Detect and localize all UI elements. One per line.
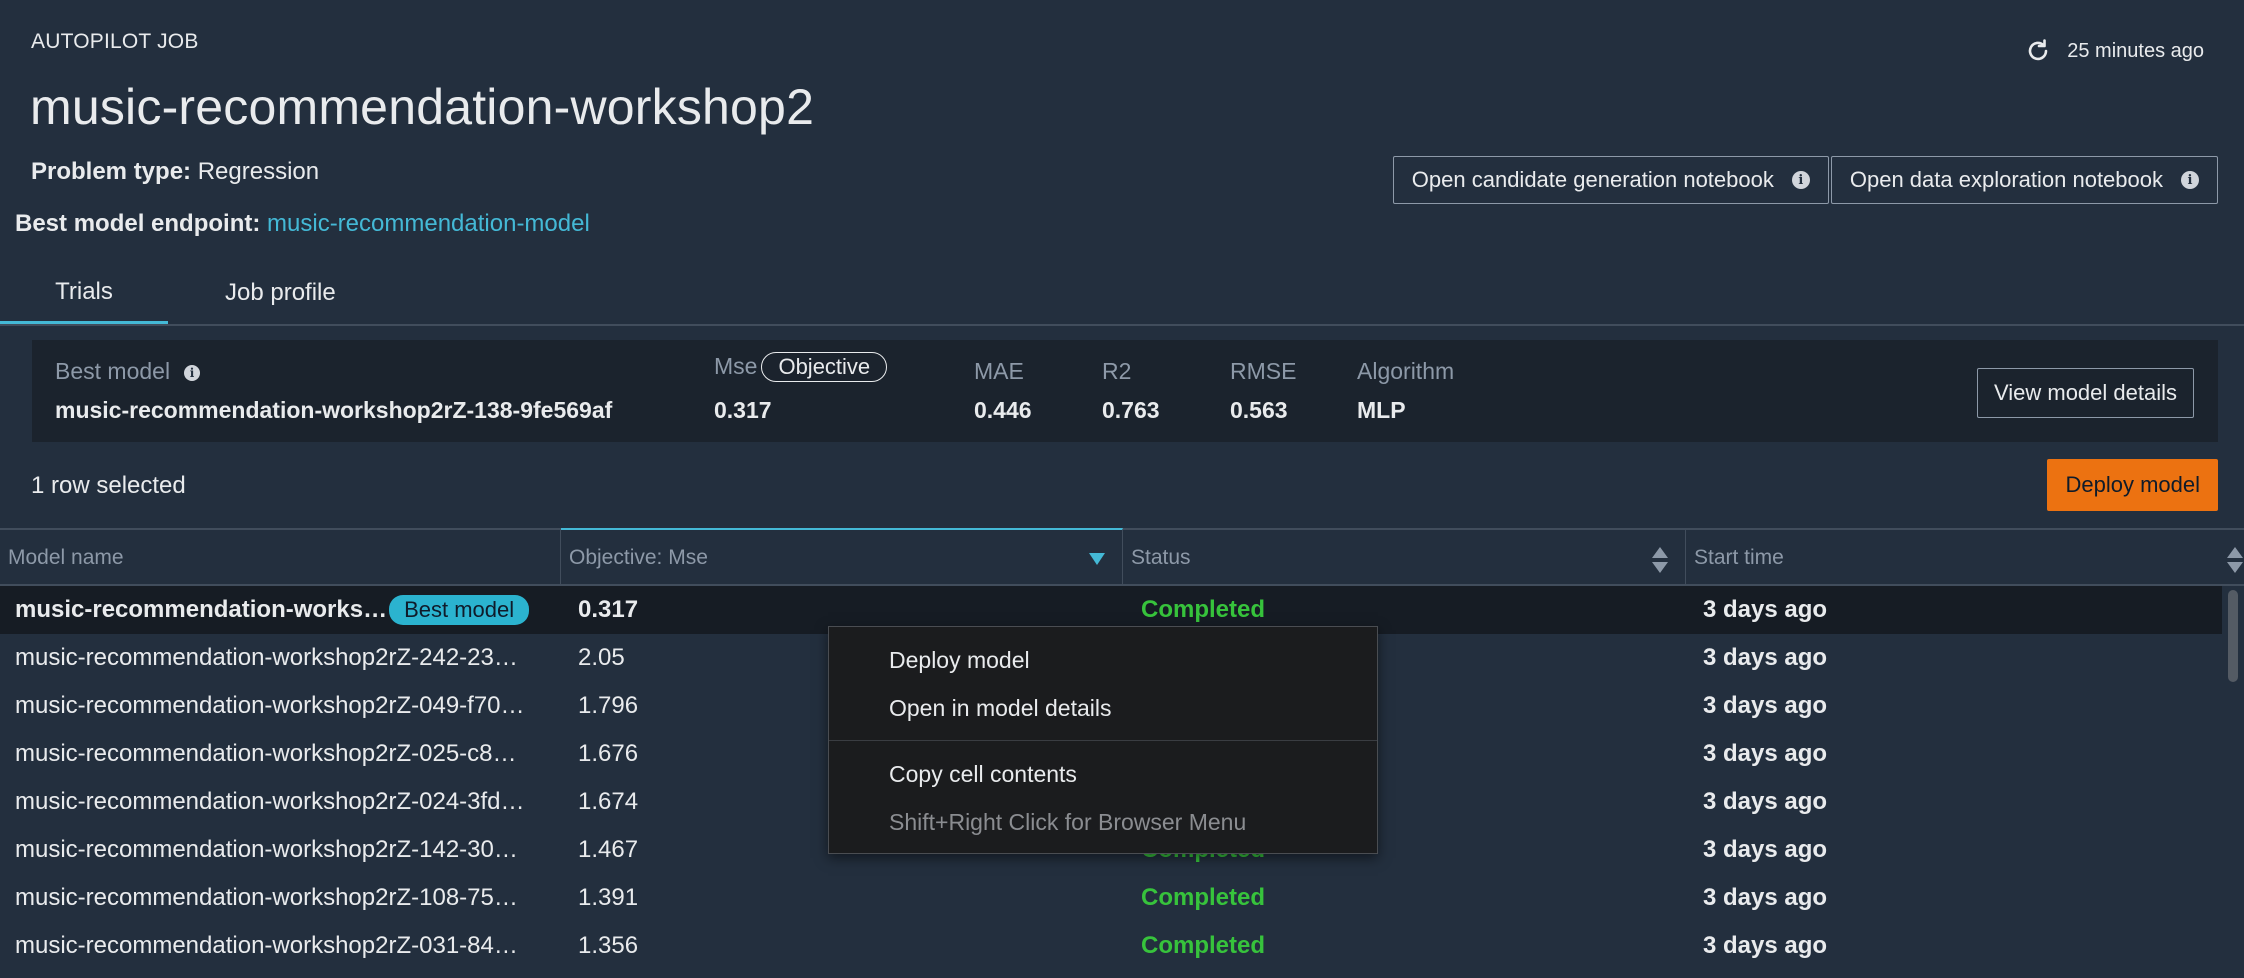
metric-r2-value: 0.763 bbox=[1102, 397, 1160, 423]
menu-divider bbox=[829, 740, 1377, 741]
metric-mse-label: Mse Objective bbox=[714, 352, 888, 382]
view-model-details-button[interactable]: View model details bbox=[1976, 368, 2194, 418]
problem-type: Problem type: Regression bbox=[31, 158, 319, 186]
menu-item-open-model-details[interactable]: Open in model details bbox=[889, 695, 1111, 722]
table-row[interactable]: music-recommendation-workshop2rZ-108-75…… bbox=[0, 874, 2222, 922]
objective-cell[interactable]: 1.356 bbox=[578, 922, 638, 970]
menu-item-browser-menu-hint: Shift+Right Click for Browser Menu bbox=[889, 809, 1247, 835]
metric-mse-value: 0.317 bbox=[714, 397, 772, 423]
model-name-cell[interactable]: music-recommendation-workshop2rZ-025-c8… bbox=[15, 730, 555, 778]
objective-badge: Objective bbox=[761, 352, 888, 382]
model-name-cell[interactable]: music-recommendation-workshop2rZ-108-75… bbox=[15, 874, 555, 922]
mse-label-text: Mse bbox=[714, 353, 758, 379]
rows-selected-count: 1 row selected bbox=[31, 472, 186, 499]
column-header-start-time[interactable]: Start time bbox=[1686, 530, 2244, 586]
metric-mae-value: 0.446 bbox=[974, 397, 1032, 423]
sort-icon[interactable] bbox=[1651, 546, 1669, 580]
endpoint-label: Best model endpoint: bbox=[15, 210, 261, 237]
objective-cell[interactable]: 2.05 bbox=[578, 634, 625, 682]
menu-item-copy-cell[interactable]: Copy cell contents bbox=[889, 761, 1077, 788]
start-time-cell[interactable]: 3 days ago bbox=[1703, 922, 1827, 970]
sort-icon[interactable] bbox=[2226, 546, 2244, 580]
endpoint-link[interactable]: music-recommendation-model bbox=[267, 210, 590, 237]
column-label: Objective: Mse bbox=[569, 546, 708, 569]
refresh-icon[interactable] bbox=[2023, 36, 2053, 66]
best-model-endpoint: Best model endpoint: music-recommendatio… bbox=[15, 210, 590, 238]
model-name-cell[interactable]: music-recommendation-works… Best model bbox=[15, 586, 555, 634]
status-cell[interactable]: Completed bbox=[1141, 922, 1265, 970]
model-name-cell[interactable]: music-recommendation-workshop2rZ-024-3fd… bbox=[15, 778, 555, 826]
model-name-cell[interactable]: music-recommendation-workshop2rZ-031-84… bbox=[15, 922, 555, 970]
column-header-status[interactable]: Status bbox=[1123, 530, 1686, 586]
exploration-notebook-label: Open data exploration notebook bbox=[1849, 167, 2163, 192]
objective-cell[interactable]: 0.317 bbox=[578, 586, 638, 634]
menu-item-deploy-model[interactable]: Deploy model bbox=[889, 647, 1030, 674]
start-time-cell[interactable]: 3 days ago bbox=[1703, 778, 1827, 826]
page-title: music-recommendation-workshop2 bbox=[30, 79, 815, 135]
column-header-model-name[interactable]: Model name bbox=[0, 530, 561, 586]
info-icon[interactable]: i bbox=[1791, 171, 1810, 189]
table-row[interactable]: music-recommendation-workshop2rZ-031-84…… bbox=[0, 922, 2222, 970]
objective-cell[interactable]: 1.674 bbox=[578, 778, 638, 826]
refresh-time: 25 minutes ago bbox=[2067, 39, 2204, 62]
metric-r2-label: R2 bbox=[1102, 358, 1132, 384]
objective-cell[interactable]: 1.796 bbox=[578, 682, 638, 730]
deploy-model-button[interactable]: Deploy model bbox=[2047, 459, 2218, 511]
info-icon[interactable]: i bbox=[2181, 171, 2199, 189]
start-time-cell[interactable]: 3 days ago bbox=[1703, 874, 1827, 922]
scrollbar-thumb[interactable] bbox=[2228, 590, 2238, 682]
tab-job-profile[interactable]: Job profile bbox=[225, 262, 336, 324]
column-label: Start time bbox=[1694, 546, 1784, 569]
metric-mae-label: MAE bbox=[974, 358, 1024, 384]
tab-trials[interactable]: Trials bbox=[0, 262, 168, 324]
start-time-cell[interactable]: 3 days ago bbox=[1703, 730, 1827, 778]
best-model-label: Best model i bbox=[55, 358, 201, 385]
model-name-cell[interactable]: music-recommendation-workshop2rZ-049-f70… bbox=[15, 682, 555, 730]
refresh-status: 25 minutes ago bbox=[2023, 36, 2204, 66]
start-time-cell[interactable]: 3 days ago bbox=[1703, 586, 1827, 634]
status-cell[interactable]: Completed bbox=[1141, 874, 1265, 922]
open-exploration-notebook-button[interactable]: Open data exploration notebook i bbox=[1830, 156, 2218, 204]
best-model-badge: Best model bbox=[389, 595, 530, 625]
candidate-notebook-label: Open candidate generation notebook bbox=[1411, 167, 1774, 192]
column-label: Status bbox=[1131, 546, 1191, 569]
sort-descending-icon[interactable] bbox=[1088, 548, 1106, 572]
metric-rmse-value: 0.563 bbox=[1230, 397, 1288, 423]
problem-type-value: Regression bbox=[197, 158, 320, 185]
start-time-cell[interactable]: 3 days ago bbox=[1703, 634, 1827, 682]
problem-type-label: Problem type: bbox=[31, 158, 192, 185]
model-name: music-recommendation-works… bbox=[15, 596, 388, 623]
column-header-objective[interactable]: Objective: Mse bbox=[561, 528, 1123, 586]
objective-cell[interactable]: 1.391 bbox=[578, 874, 638, 922]
info-icon[interactable]: i bbox=[184, 364, 201, 381]
context-menu: Deploy model Open in model details Copy … bbox=[828, 626, 1378, 854]
notebook-buttons: Open candidate generation notebook i Ope… bbox=[1392, 156, 2218, 204]
open-candidate-notebook-button[interactable]: Open candidate generation notebook i bbox=[1392, 156, 1829, 204]
tab-bar: Trials Job profile bbox=[0, 262, 2244, 326]
metric-algorithm-value: MLP bbox=[1357, 397, 1406, 423]
column-label: Model name bbox=[8, 546, 124, 569]
objective-cell[interactable]: 1.467 bbox=[578, 826, 638, 874]
metric-rmse-label: RMSE bbox=[1230, 358, 1297, 384]
table-header: Model name Objective: Mse Status Start t… bbox=[0, 528, 2244, 586]
best-model-panel: Best model i music-recommendation-worksho… bbox=[32, 340, 2218, 442]
start-time-cell[interactable]: 3 days ago bbox=[1703, 826, 1827, 874]
metric-algorithm-label: Algorithm bbox=[1357, 358, 1455, 384]
start-time-cell[interactable]: 3 days ago bbox=[1703, 682, 1827, 730]
page-overline: AUTOPILOT JOB bbox=[31, 30, 199, 53]
model-name-cell[interactable]: music-recommendation-workshop2rZ-142-30… bbox=[15, 826, 555, 874]
best-model-name: music-recommendation-workshop2rZ-138-9fe… bbox=[55, 397, 613, 423]
best-model-label-text: Best model bbox=[55, 358, 171, 384]
table-scrollbar[interactable] bbox=[2222, 586, 2244, 978]
objective-cell[interactable]: 1.676 bbox=[578, 730, 638, 778]
model-name-cell[interactable]: music-recommendation-workshop2rZ-242-23… bbox=[15, 634, 555, 682]
